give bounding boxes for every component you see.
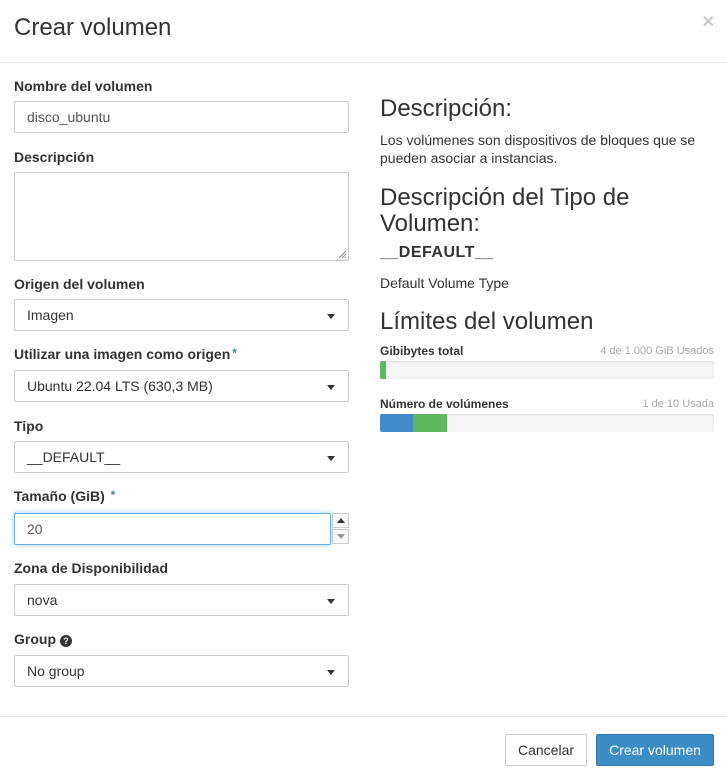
quota-volumes-used <box>380 414 414 432</box>
modal-footer: Cancelar Crear volumen <box>0 716 727 775</box>
description-heading: Descripción: <box>380 95 513 122</box>
quota-gibibytes-bar <box>380 361 714 379</box>
increment-button[interactable] <box>332 513 349 528</box>
size-label-text: Tamaño (GiB) <box>14 488 105 504</box>
description-text: Los volúmenes son dispositivos de bloque… <box>380 132 696 166</box>
modal-header: Crear volumen × <box>0 0 727 63</box>
volume-name-value: disco_ubuntu <box>27 109 111 125</box>
image-source-value: Ubuntu 22.04 LTS (630,3 MB) <box>27 378 213 394</box>
volume-name-label: Nombre del volumen <box>14 78 153 94</box>
quota-gibibytes-used <box>380 361 386 379</box>
size-input[interactable]: 20 <box>14 513 331 545</box>
group-select[interactable]: No group <box>14 655 349 687</box>
volume-source-value: Imagen <box>27 307 74 323</box>
size-value: 20 <box>27 521 43 537</box>
caret-down-icon <box>327 599 335 604</box>
close-icon[interactable]: × <box>702 12 714 32</box>
cancel-button[interactable]: Cancelar <box>505 734 587 766</box>
group-label-text: Group <box>14 631 56 647</box>
group-label: Group? <box>14 631 72 647</box>
availability-zone-select[interactable]: nova <box>14 584 349 616</box>
availability-zone-label: Zona de Disponibilidad <box>14 560 168 576</box>
size-label: Tamaño (GiB) * <box>14 488 115 504</box>
volume-type-label: Tipo <box>14 418 44 434</box>
volume-type-description: Default Volume Type <box>380 275 509 291</box>
image-source-select[interactable]: Ubuntu 22.04 LTS (630,3 MB) <box>14 370 349 402</box>
arrow-down-icon <box>337 534 345 539</box>
quota-gibibytes-usage: 4 de 1.000 GiB Usados <box>600 345 714 357</box>
create-volume-modal: Crear volumen × Nombre del volumen disco… <box>0 0 727 775</box>
description-textarea[interactable] <box>14 172 349 261</box>
volume-source-label: Origen del volumen <box>14 276 145 292</box>
resize-grip-icon[interactable] <box>337 249 347 259</box>
volume-type-name: __DEFAULT__ <box>380 244 494 261</box>
volume-name-input[interactable]: disco_ubuntu <box>14 101 349 133</box>
create-volume-button[interactable]: Crear volumen <box>596 734 714 766</box>
modal-title: Crear volumen <box>14 14 172 41</box>
quota-gibibytes-label: Gibibytes total <box>380 344 464 358</box>
quota-volumes-bar <box>380 414 714 432</box>
caret-down-icon <box>327 385 335 390</box>
volume-type-heading: Descripción del Tipo de Volumen: <box>380 184 630 237</box>
availability-zone-value: nova <box>27 592 58 608</box>
quota-volumes-usage: 1 de 10 Usada <box>642 398 714 410</box>
caret-down-icon <box>327 670 335 675</box>
volume-source-select[interactable]: Imagen <box>14 299 349 331</box>
quota-volumes-label: Número de volúmenes <box>380 397 509 411</box>
arrow-up-icon <box>337 518 345 523</box>
caret-down-icon <box>327 456 335 461</box>
quota-volumes-added <box>413 414 447 432</box>
group-value: No group <box>27 663 85 679</box>
volume-type-value: __DEFAULT__ <box>27 449 121 465</box>
caret-down-icon <box>327 314 335 319</box>
volume-limits-heading: Límites del volumen <box>380 308 594 335</box>
size-spinner <box>332 513 349 545</box>
help-icon[interactable]: ? <box>60 635 72 647</box>
decrement-button[interactable] <box>332 529 349 544</box>
volume-type-select[interactable]: __DEFAULT__ <box>14 441 349 473</box>
image-source-label-text: Utilizar una imagen como origen <box>14 346 231 362</box>
description-label: Descripción <box>14 149 95 165</box>
required-mark: * <box>232 346 237 360</box>
required-mark: * <box>110 488 116 502</box>
image-source-label: Utilizar una imagen como origen * <box>14 346 237 362</box>
